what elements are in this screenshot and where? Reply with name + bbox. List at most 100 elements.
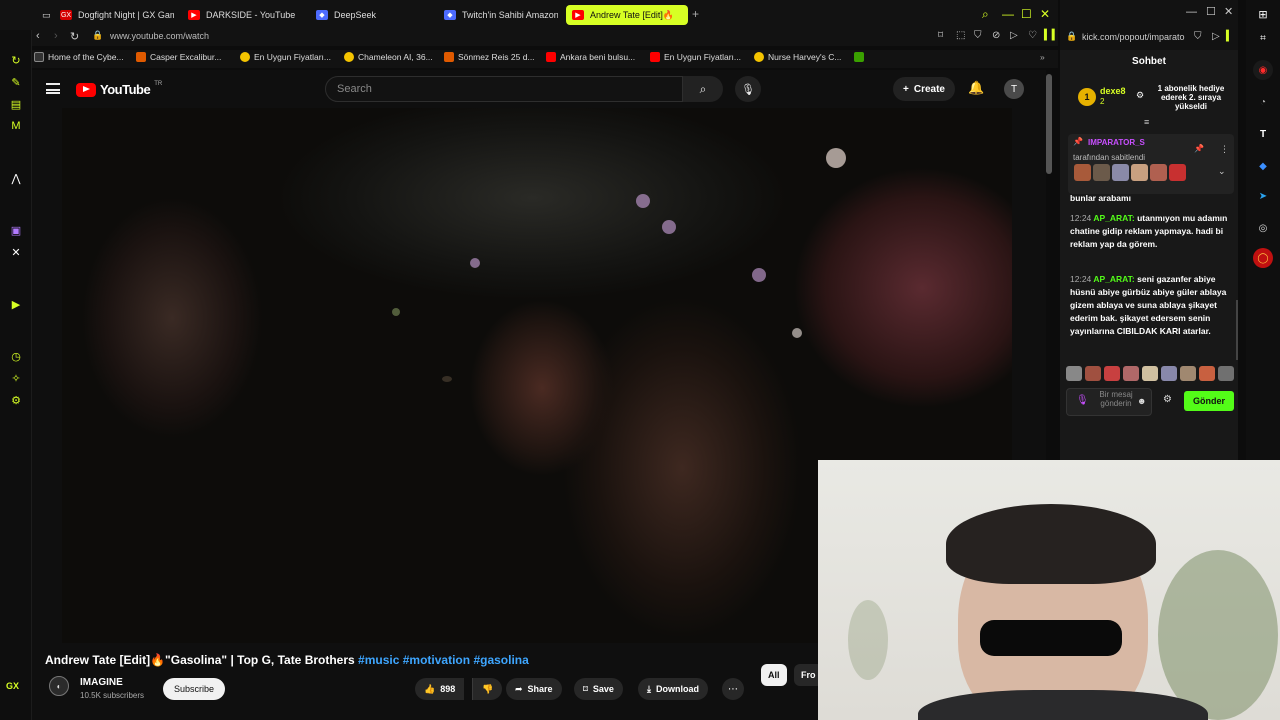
chart-icon[interactable]: ◔ — [1253, 92, 1273, 112]
app-icon[interactable]: T — [1253, 124, 1273, 144]
pin-icon[interactable]: 📌 — [1194, 144, 1204, 153]
pen-icon[interactable]: ✎ — [8, 74, 24, 90]
gx-corner-icon[interactable]: ▤ — [8, 96, 24, 112]
gifter-name[interactable]: dexe8 — [1100, 86, 1126, 96]
settings-icon[interactable]: ⚙ — [8, 392, 24, 408]
search-input[interactable] — [326, 77, 682, 101]
share-button[interactable]: ➦ Share — [506, 678, 562, 700]
bookmark-item[interactable] — [854, 52, 868, 62]
url-field[interactable]: www.youtube.com/watch — [110, 31, 209, 41]
x-icon[interactable]: ✕ — [8, 244, 24, 260]
tab-deepseek[interactable]: ◆ DeepSeek — [310, 5, 430, 25]
play-icon[interactable]: ▷ — [1212, 31, 1220, 42]
mail-icon[interactable]: M — [8, 118, 24, 134]
emote[interactable] — [1104, 366, 1120, 381]
tab-twitch-amazon[interactable]: ◆ Twitch'in Sahibi Amazon — [438, 5, 558, 25]
settings-icon[interactable]: ⚙ — [1163, 394, 1172, 405]
emote[interactable] — [1199, 366, 1215, 381]
subscribe-button[interactable]: Subscribe — [163, 678, 226, 700]
bookmark-item[interactable]: Casper Excalibur... — [136, 52, 221, 62]
close-icon[interactable]: ✕ — [1040, 7, 1050, 21]
maximize-icon[interactable]: ☐ — [1206, 5, 1216, 18]
windows-icon[interactable]: ⊞ — [1253, 4, 1273, 24]
opera-gx-icon[interactable]: ◯ — [1253, 248, 1273, 268]
like-button[interactable]: 👍 898 — [415, 678, 465, 700]
chat-username[interactable]: AP_ARAT: — [1093, 274, 1134, 284]
bookmark-item[interactable]: Sönmez Reis 25 d... — [444, 52, 535, 62]
hashtag-link[interactable]: #motivation — [403, 653, 470, 667]
bookmark-item[interactable]: En Uygun Fiyatları... — [240, 52, 331, 62]
emote[interactable] — [1123, 366, 1139, 381]
dislike-button[interactable]: 👎 — [472, 678, 503, 700]
bookmark-item[interactable]: Ankara beni bulsu... — [546, 52, 635, 62]
clock-icon[interactable]: ◷ — [8, 348, 24, 364]
page-scrollbar[interactable] — [1046, 74, 1052, 174]
steam-icon[interactable]: ◎ — [1253, 218, 1273, 238]
chat-input[interactable]: 🎙 Bir mesaj gönderin ☻ — [1066, 388, 1152, 416]
bookmark-item[interactable]: Nurse Harvey's C... — [754, 52, 841, 62]
pinned-user[interactable]: IMPARATOR_S — [1088, 138, 1145, 147]
telegram-icon[interactable]: ➤ — [1253, 186, 1273, 206]
opera-icon[interactable]: ◉ — [1253, 60, 1273, 80]
kick-url[interactable]: kick.com/popout/imparato — [1082, 32, 1185, 42]
shield-icon[interactable]: ⛉ — [974, 30, 982, 41]
chip-all[interactable]: All — [761, 664, 787, 686]
play-icon[interactable]: ▷ — [1010, 30, 1018, 41]
bookmark-item[interactable]: Home of the Cybe... — [34, 52, 124, 62]
emote[interactable] — [1085, 366, 1101, 381]
save-button[interactable]: ⌑ Save — [574, 678, 623, 700]
shield-icon[interactable]: ⛉ — [1194, 31, 1202, 42]
youtube-logo[interactable]: YouTube TR — [76, 81, 162, 97]
panel-toggle-icon[interactable]: ▍ — [1226, 31, 1234, 42]
menu-icon[interactable] — [46, 83, 60, 94]
bookmark-icon[interactable]: ⌑ — [938, 30, 943, 41]
heart-icon[interactable]: ♡ — [1028, 30, 1037, 41]
minimize-icon[interactable]: — — [1186, 6, 1197, 18]
microphone-icon[interactable]: 🎙 — [1076, 395, 1089, 406]
more-actions-button[interactable]: ⋯ — [722, 678, 744, 700]
hashtag-link[interactable]: #gasolina — [473, 653, 528, 667]
bookmark-item[interactable]: Chameleon AI, 36... — [344, 52, 433, 62]
channel-avatar[interactable]: ◐ — [49, 676, 69, 696]
chat-scrollbar[interactable] — [1236, 300, 1238, 360]
back-icon[interactable]: ‹ — [36, 30, 40, 42]
bookmarks-more-icon[interactable]: » — [1040, 52, 1045, 62]
search-icon[interactable]: ⌕ — [982, 7, 989, 22]
avatar[interactable]: T — [1004, 79, 1024, 99]
chat-username[interactable]: AP_ARAT: — [1093, 213, 1134, 223]
hashtag-link[interactable]: #music — [358, 653, 399, 667]
more-options-icon[interactable]: ⋮ — [1220, 144, 1229, 155]
chevron-down-icon[interactable]: ⌄ — [1218, 166, 1226, 177]
snapshot-icon[interactable]: ⬚ — [956, 30, 965, 41]
emoji-icon[interactable]: ☻ — [1137, 396, 1146, 406]
send-button[interactable]: Gönder — [1184, 391, 1234, 411]
collapse-icon[interactable]: ≡ — [1144, 117, 1149, 127]
create-button[interactable]: + Create — [893, 77, 955, 101]
emote[interactable] — [1180, 366, 1196, 381]
emote[interactable] — [1142, 366, 1158, 381]
history-icon[interactable]: ↻ — [8, 52, 24, 68]
bookmark-item[interactable]: En Uygun Fiyatları... — [650, 52, 741, 62]
new-tab-button[interactable]: + — [692, 7, 699, 21]
tab-andrew-tate[interactable]: ▶ Andrew Tate [Edit]🔥 — [566, 5, 688, 25]
search-button[interactable]: ⌕ — [683, 76, 723, 102]
emote[interactable] — [1218, 366, 1234, 381]
tab-darkside[interactable]: ▶ DARKSIDE - YouTube — [182, 5, 302, 25]
maximize-icon[interactable]: ☐ — [1021, 7, 1032, 21]
close-icon[interactable]: ✕ — [1224, 5, 1233, 18]
player-icon[interactable]: ▶ — [8, 296, 24, 312]
twitch-icon[interactable]: ▣ — [8, 222, 24, 238]
notifications-bell-icon[interactable]: 🔔 — [968, 80, 984, 96]
channel-name[interactable]: IMAGINE — [80, 677, 123, 688]
minimize-icon[interactable]: — — [1002, 7, 1014, 21]
voice-search-button[interactable]: 🎙 — [735, 76, 761, 102]
reload-icon[interactable]: ↻ — [70, 30, 79, 43]
extensions-icon[interactable]: ✧ — [8, 370, 24, 386]
adblock-icon[interactable]: ⊘ — [992, 30, 1000, 41]
discord-icon[interactable]: ◆ — [1253, 156, 1273, 176]
layout-icon[interactable]: ⌗ — [1253, 28, 1273, 48]
download-button[interactable]: ⤓ Download — [638, 678, 708, 700]
forward-icon[interactable]: › — [54, 30, 58, 42]
emote[interactable] — [1161, 366, 1177, 381]
emote[interactable] — [1066, 366, 1082, 381]
